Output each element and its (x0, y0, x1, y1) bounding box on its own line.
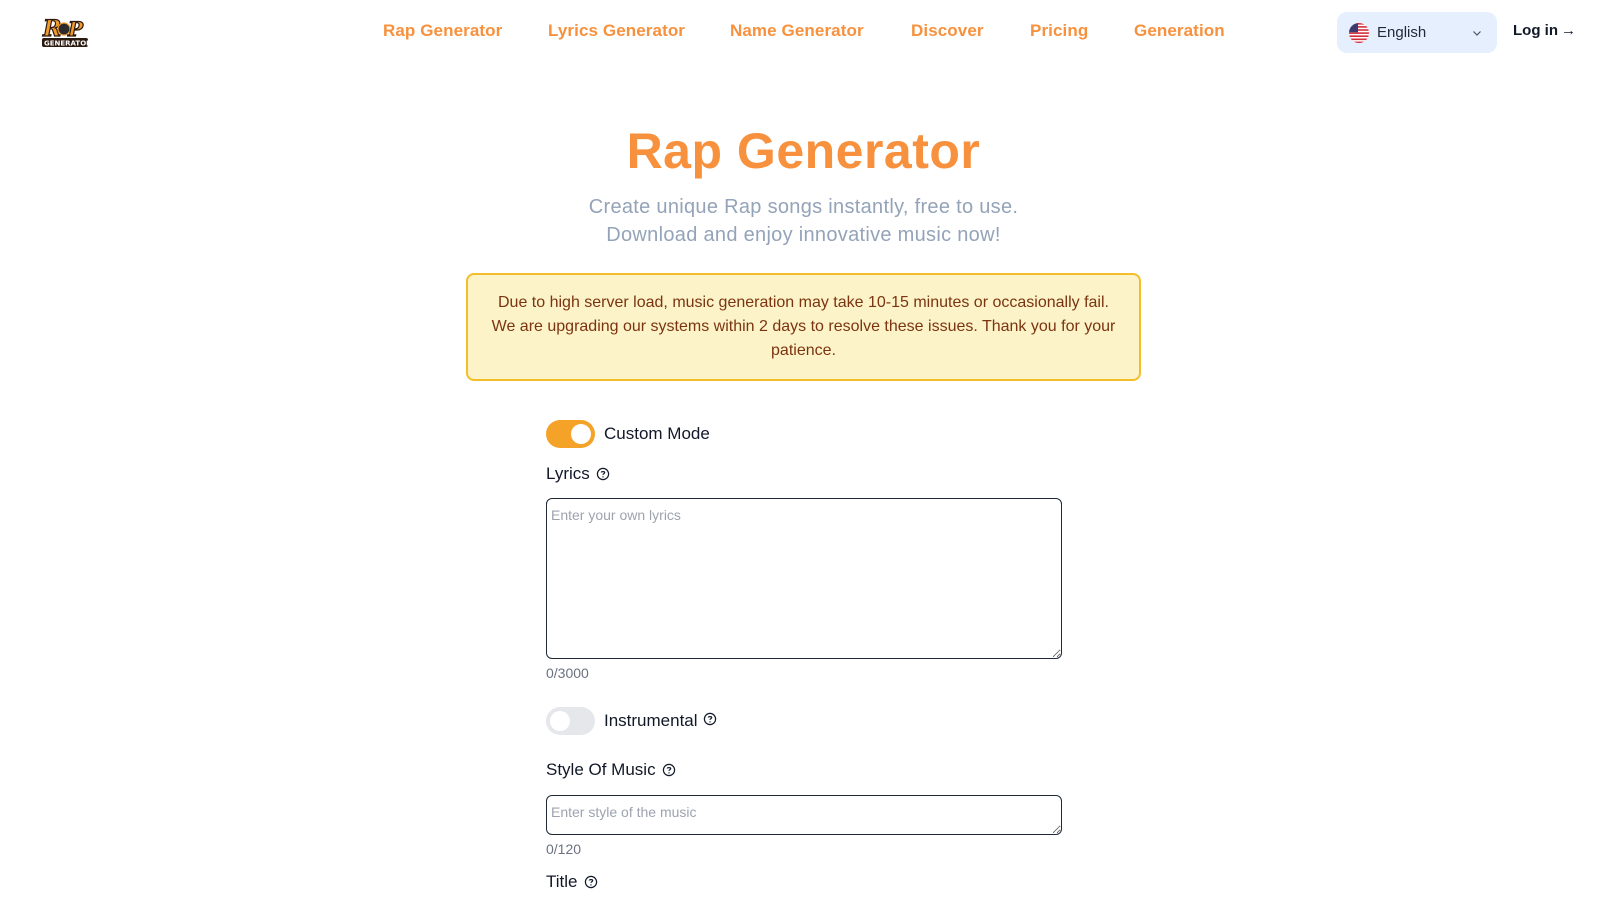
style-input[interactable] (546, 795, 1062, 835)
login-link[interactable]: Log in → (1513, 22, 1576, 39)
us-flag-icon (1349, 22, 1369, 43)
custom-mode-row: Custom Mode (546, 420, 710, 448)
lyrics-label-row: Lyrics (546, 464, 610, 484)
language-select[interactable]: English (1337, 12, 1497, 53)
toggle-knob (571, 424, 591, 444)
help-circle-icon[interactable] (584, 875, 598, 889)
language-selected-label: English (1377, 24, 1427, 41)
custom-mode-toggle[interactable] (546, 420, 595, 448)
style-label: Style Of Music (546, 760, 656, 779)
title-label-row: Title (546, 872, 598, 892)
subtitle-line-1: Create unique Rap songs instantly, free … (588, 196, 1019, 218)
chevron-down-icon (1471, 27, 1483, 39)
nav-pricing[interactable]: Pricing (1030, 21, 1088, 41)
site-header: R P GENERATOR Rap Generator Lyrics Gener… (0, 0, 1600, 64)
nav-discover[interactable]: Discover (911, 21, 984, 41)
login-label: Log in (1513, 22, 1558, 39)
style-char-counter: 0/120 (546, 841, 582, 857)
nav-generation[interactable]: Generation (1134, 21, 1225, 41)
page-title: Rap Generator (626, 123, 981, 179)
page-subtitle: Create unique Rap songs instantly, free … (0, 193, 1600, 249)
lyrics-label: Lyrics (546, 464, 590, 483)
server-load-notice: Due to high server load, music generatio… (466, 273, 1141, 381)
lyrics-input[interactable] (546, 498, 1062, 659)
instrumental-row: Instrumental (546, 707, 717, 735)
nav-rap-generator[interactable]: Rap Generator (383, 21, 502, 41)
lyrics-char-counter: 0/3000 (546, 665, 589, 681)
help-circle-icon[interactable] (596, 467, 610, 481)
arrow-right-icon: → (1561, 22, 1576, 39)
style-label-row: Style Of Music (546, 760, 676, 780)
instrumental-label: Instrumental (604, 711, 698, 730)
toggle-knob (550, 711, 570, 731)
custom-mode-label: Custom Mode (604, 424, 710, 443)
help-circle-icon[interactable] (703, 712, 717, 726)
title-label: Title (546, 872, 578, 891)
subtitle-line-2: Download and enjoy innovative music now! (606, 224, 1001, 246)
instrumental-toggle[interactable] (546, 707, 595, 735)
nav-name-generator[interactable]: Name Generator (730, 21, 864, 41)
notice-text: Due to high server load, music generatio… (491, 294, 1116, 359)
help-circle-icon[interactable] (662, 763, 676, 777)
nav-lyrics-generator[interactable]: Lyrics Generator (548, 21, 685, 41)
